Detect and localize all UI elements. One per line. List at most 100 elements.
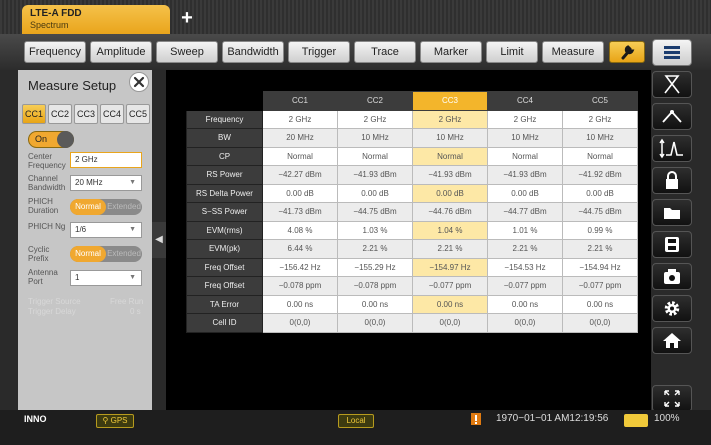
table-row: S−SS Power −41.73 dBm −44.75 dBm −44.76 dBm… (186, 202, 638, 222)
tab-title: LTE-A FDD (30, 8, 82, 19)
table-row: Cell ID 0(0,0) 0(0,0) 0(0,0) 0(0,0) 0(0,0) (186, 313, 638, 333)
table-cell: −154.94 Hz (562, 257, 638, 277)
table-cell: 20 MHz (262, 128, 338, 148)
table-cell: −44.77 dBm (487, 202, 563, 222)
center-frequency-field[interactable]: 2 GHz (70, 152, 142, 168)
fullscreen-button[interactable] (652, 385, 692, 412)
table-row: BW 20 MHz 10 MHz 10 MHz 10 MHz 10 MHz (186, 128, 638, 148)
column-header-cc5: CC5 (562, 91, 638, 111)
table-cell: 0.00 dB (562, 183, 638, 203)
table-row: Frequency 2 GHz 2 GHz 2 GHz 2 GHz 2 GHz (186, 109, 638, 129)
table-cell: 0(0,0) (412, 313, 488, 333)
cc-tab-cc4[interactable]: CC4 (100, 104, 124, 124)
cyclic-prefix-switch[interactable]: Normal Extended (70, 246, 142, 262)
channel-bandwidth-select[interactable]: 20 MHz ▼ (70, 175, 142, 191)
column-header-cc4: CC4 (487, 91, 563, 111)
marker-button[interactable]: Marker (420, 41, 482, 63)
menu-button[interactable] (652, 39, 692, 66)
home-button[interactable] (652, 327, 692, 354)
cyclic-prefix-label: Cyclic Prefix (28, 245, 50, 263)
tab-lte-a-fdd[interactable]: LTE-A FDD Spectrum (22, 5, 170, 34)
marker-tool-button[interactable] (652, 71, 692, 98)
column-header-cc2: CC2 (337, 91, 413, 111)
measure-button[interactable]: Measure (542, 41, 604, 63)
table-cell: 2 GHz (412, 109, 488, 129)
frequency-button[interactable]: Frequency (24, 41, 86, 63)
add-tab-button[interactable]: + (176, 8, 198, 30)
table-row: CP Normal Normal Normal Normal Normal (186, 146, 638, 166)
expand-icon (664, 390, 680, 407)
amplitude-button[interactable]: Amplitude (90, 41, 152, 63)
close-button[interactable] (129, 72, 149, 92)
phich-duration-normal[interactable]: Normal (70, 199, 106, 215)
table-cell: −41.93 dBm (487, 165, 563, 185)
cyclic-prefix-normal[interactable]: Normal (70, 246, 106, 262)
phich-duration-extended[interactable]: Extended (106, 199, 142, 215)
row-label: Freq Offset (186, 257, 263, 277)
channel-bandwidth-value: 20 MHz (75, 178, 103, 187)
cc-enable-toggle[interactable]: On (28, 131, 74, 148)
table-cell: 0(0,0) (562, 313, 638, 333)
trigger-source-value: Free Run (110, 297, 144, 306)
screenshot-button[interactable] (652, 263, 692, 290)
table-cell: 0.00 dB (487, 183, 563, 203)
peak-search-button[interactable] (652, 103, 692, 130)
wrench-button[interactable] (609, 41, 645, 63)
center-frequency-label: Center Frequency (28, 152, 66, 170)
table-cell: Normal (412, 146, 488, 166)
marker-icon (664, 75, 680, 94)
cc-tab-cc5[interactable]: CC5 (126, 104, 150, 124)
table-cell: −0.078 ppm (337, 276, 413, 296)
phich-duration-switch[interactable]: Normal Extended (70, 199, 142, 215)
trace-button[interactable]: Trace (354, 41, 416, 63)
trigger-source-label: Trigger Source (28, 297, 81, 306)
auto-scale-button[interactable] (652, 135, 692, 162)
cc-tab-cc2[interactable]: CC2 (48, 104, 72, 124)
cyclic-prefix-extended[interactable]: Extended (106, 246, 142, 262)
settings-button[interactable] (652, 295, 692, 322)
corner-cell (186, 91, 263, 111)
table-cell: −0.078 ppm (262, 276, 338, 296)
table-cell: −42.27 dBm (262, 165, 338, 185)
gps-badge[interactable]: ⚲ GPS (96, 414, 134, 428)
table-cell: −41.93 dBm (337, 165, 413, 185)
antenna-port-select[interactable]: 1 ▼ (70, 270, 142, 286)
row-label: BW (186, 128, 263, 148)
trigger-button[interactable]: Trigger (288, 41, 350, 63)
row-label: RS Delta Power (186, 183, 263, 203)
table-cell: −41.92 dBm (562, 165, 638, 185)
lock-button[interactable] (652, 167, 692, 194)
table-cell: 10 MHz (562, 128, 638, 148)
table-cell: −41.73 dBm (262, 202, 338, 222)
row-label: Freq Offset (186, 276, 263, 296)
table-cell: −0.077 ppm (562, 276, 638, 296)
open-file-button[interactable] (652, 199, 692, 226)
cc-tab-cc1[interactable]: CC1 (22, 104, 46, 124)
table-cell: −154.53 Hz (487, 257, 563, 277)
sweep-button[interactable]: Sweep (156, 41, 218, 63)
limit-button[interactable]: Limit (486, 41, 538, 63)
table-cell: −44.75 dBm (337, 202, 413, 222)
local-badge[interactable]: Local (338, 414, 374, 428)
table-cell: 0(0,0) (262, 313, 338, 333)
table-cell: 0.00 ns (487, 294, 563, 314)
collapse-panel-button[interactable]: ◀ (152, 222, 166, 258)
phich-ng-select[interactable]: 1/6 ▼ (70, 222, 142, 238)
table-cell: 0.00 ns (262, 294, 338, 314)
save-button[interactable] (652, 231, 692, 258)
bandwidth-button[interactable]: Bandwidth (222, 41, 284, 63)
table-cell: 1.04 % (412, 220, 488, 240)
table-cell: 0.99 % (562, 220, 638, 240)
trigger-delay-label: Trigger Delay (28, 307, 76, 316)
date-time: 1970−01−01 AM12:19:56 (496, 413, 609, 424)
lock-icon (666, 171, 678, 189)
table-cell: 2 GHz (487, 109, 563, 129)
table-cell: 0.00 dB (337, 183, 413, 203)
table-cell: −156.42 Hz (262, 257, 338, 277)
cc-tab-cc3[interactable]: CC3 (74, 104, 98, 124)
table-cell: −154.97 Hz (412, 257, 488, 277)
table-cell: 0(0,0) (337, 313, 413, 333)
battery-level: 100% (654, 413, 680, 424)
table-row: Freq Offset −0.078 ppm −0.078 ppm −0.077 pp… (186, 276, 638, 296)
gps-label: GPS (110, 416, 128, 425)
